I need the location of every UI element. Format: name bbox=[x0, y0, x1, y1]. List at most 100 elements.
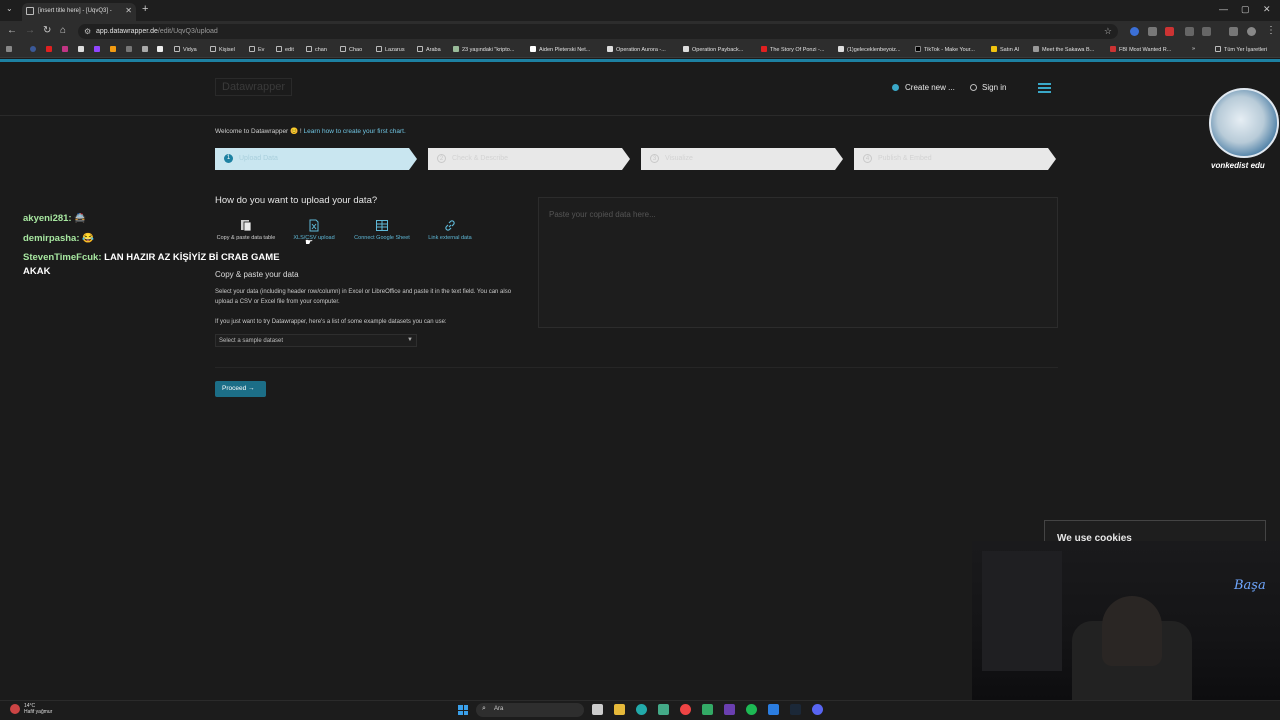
learn-link[interactable]: Learn how to create your first chart. bbox=[304, 128, 406, 135]
bookmark-folder-chao[interactable]: Chao bbox=[340, 46, 362, 53]
all-bookmarks-folder[interactable]: Tüm Yer İşaretleri bbox=[1215, 46, 1267, 53]
bookmark-item[interactable]: The Story Of Ponzi -... bbox=[761, 46, 824, 53]
chat-message: StevenTimeFcuk: LAN HAZIR AZ KİŞİYİZ Bİ … bbox=[23, 252, 280, 263]
extension-icon[interactable] bbox=[1130, 27, 1139, 36]
tab-close-icon[interactable]: ✕ bbox=[125, 6, 132, 15]
minimize-icon[interactable]: — bbox=[1219, 4, 1228, 14]
bookmark-x-icon[interactable] bbox=[78, 46, 87, 53]
bookmark-folder-edit[interactable]: edit bbox=[276, 46, 294, 53]
option-copy-paste[interactable]: Copy & paste data table bbox=[215, 219, 277, 241]
reload-icon[interactable]: ↻ bbox=[43, 25, 51, 36]
bookmark-icon[interactable] bbox=[110, 46, 119, 53]
bookmark-item[interactable]: 23 yaşındaki "kripto... bbox=[453, 46, 514, 53]
forward-icon[interactable]: → bbox=[25, 25, 35, 36]
search-icon: ⌕ bbox=[482, 705, 486, 712]
paste-data-textarea[interactable]: Paste your copied data here... bbox=[538, 197, 1058, 328]
divider bbox=[215, 367, 1058, 368]
taskbar-search[interactable]: ⌕ Ara bbox=[476, 703, 584, 717]
proceed-button[interactable]: Proceed → bbox=[215, 381, 266, 397]
close-window-icon[interactable]: ✕ bbox=[1263, 4, 1271, 15]
bookmark-icon[interactable] bbox=[157, 46, 166, 53]
step-check-describe[interactable]: 2 Check & Describe bbox=[428, 148, 630, 170]
bookmark-item[interactable]: Meet the Sakawa B... bbox=[1033, 46, 1094, 53]
bookmark-star-icon[interactable]: ☆ bbox=[1104, 26, 1112, 37]
sign-in-icon bbox=[970, 84, 977, 91]
weather-widget[interactable]: 14°C Hafif yağmur bbox=[10, 703, 52, 715]
discord-icon[interactable] bbox=[812, 704, 823, 715]
mouse-cursor-icon: ☛ bbox=[305, 237, 314, 247]
step-publish-embed[interactable]: 4 Publish & Embed bbox=[854, 148, 1056, 170]
create-new-button[interactable]: Create new ... bbox=[892, 83, 955, 92]
option-xls-csv-upload[interactable]: XLS/CSV upload bbox=[283, 219, 345, 241]
bookmark-folder-lazarus[interactable]: Lazarus bbox=[376, 46, 405, 53]
sample-dataset-select[interactable]: Select a sample dataset ▼ bbox=[215, 334, 417, 347]
bookmark-item[interactable]: (1)geleceklenbeyoiz... bbox=[838, 46, 901, 53]
bookmark-item[interactable]: Operation Aurora -... bbox=[607, 46, 666, 53]
task-view-icon[interactable] bbox=[592, 704, 603, 715]
option-link-external[interactable]: Link external data bbox=[419, 219, 481, 241]
section-title: Copy & paste your data bbox=[215, 270, 299, 279]
hamburger-menu-icon[interactable] bbox=[1038, 83, 1051, 93]
app-icon[interactable] bbox=[702, 704, 713, 715]
home-icon[interactable]: ⌂ bbox=[60, 25, 66, 36]
apps-grid-icon[interactable] bbox=[6, 46, 15, 53]
sign-in-button[interactable]: Sign in bbox=[970, 83, 1006, 92]
downloads-icon[interactable] bbox=[1229, 27, 1238, 36]
profile-icon[interactable] bbox=[1247, 27, 1256, 36]
steam-icon[interactable] bbox=[790, 704, 801, 715]
browser-tab[interactable]: [insert title here] - [UqvQ3] - ✕ bbox=[22, 3, 136, 21]
header-divider bbox=[0, 115, 1280, 116]
bookmarks-overflow-icon[interactable]: » bbox=[1192, 46, 1195, 52]
bookmark-icon[interactable] bbox=[126, 46, 135, 53]
file-excel-icon bbox=[309, 219, 319, 232]
step-visualize[interactable]: 3 Visualize bbox=[641, 148, 843, 170]
back-icon[interactable]: ← bbox=[7, 25, 17, 36]
bookmark-item[interactable]: Operation Payback... bbox=[683, 46, 743, 53]
weather-icon bbox=[10, 704, 20, 714]
bookmark-twitch-icon[interactable] bbox=[94, 46, 103, 53]
new-tab-plus-icon[interactable]: + bbox=[142, 3, 148, 15]
link-icon bbox=[445, 220, 455, 231]
premiere-icon[interactable] bbox=[724, 704, 735, 715]
chevron-down-icon: ▼ bbox=[407, 337, 413, 343]
datawrapper-logo[interactable]: Datawrapper bbox=[215, 78, 292, 96]
spotify-icon[interactable] bbox=[746, 704, 757, 715]
step-upload-data[interactable]: 1 Upload Data bbox=[215, 148, 417, 170]
bookmark-folder-araba[interactable]: Araba bbox=[417, 46, 441, 53]
url-bar[interactable]: ⚙ app.datawrapper.de/edit/UqvQ3/upload ☆ bbox=[78, 24, 1118, 39]
welcome-message: Welcome to Datawrapper 😊 ! Learn how to … bbox=[215, 128, 406, 135]
bookmark-item[interactable]: FBI Most Wanted R... bbox=[1110, 46, 1171, 53]
sample-hint: If you just want to try Datawrapper, her… bbox=[215, 319, 447, 325]
bookmark-folder-ev[interactable]: Ev bbox=[249, 46, 264, 53]
extension-icon[interactable] bbox=[1148, 27, 1157, 36]
bookmark-item[interactable]: Satın Al bbox=[991, 46, 1019, 53]
app-icon[interactable] bbox=[768, 704, 779, 715]
bookmark-youtube-icon[interactable] bbox=[46, 46, 55, 53]
chrome-icon[interactable] bbox=[680, 704, 691, 715]
bookmark-facebook-icon[interactable] bbox=[30, 46, 39, 53]
bookmark-item[interactable]: TikTok - Make Your... bbox=[915, 46, 975, 53]
extensions-puzzle-icon[interactable] bbox=[1202, 27, 1211, 36]
maximize-icon[interactable]: ▢ bbox=[1241, 4, 1250, 15]
app-icon[interactable] bbox=[636, 704, 647, 715]
bookmarks-bar: Vidya Kişisel Ev edit chan Chao Lazarus … bbox=[0, 42, 1280, 58]
bookmark-item[interactable]: Aiden Pleterski Net... bbox=[530, 46, 590, 53]
tab-title: [insert title here] - [UqvQ3] - bbox=[38, 8, 112, 14]
neon-sign: Başa bbox=[1234, 578, 1266, 593]
site-info-icon[interactable]: ⚙ bbox=[84, 27, 91, 36]
bookmark-folder-vidya[interactable]: Vidya bbox=[174, 46, 197, 53]
bookmark-folder-chan[interactable]: chan bbox=[306, 46, 327, 53]
file-explorer-icon[interactable] bbox=[614, 704, 625, 715]
browser-menu-icon[interactable]: ⋮ bbox=[1266, 25, 1276, 36]
extension-icon[interactable] bbox=[1165, 27, 1174, 36]
option-google-sheet[interactable]: Connect Google Sheet bbox=[351, 219, 413, 241]
windows-start-icon[interactable] bbox=[458, 705, 468, 715]
tab-search-chevron-icon[interactable]: ⌄ bbox=[6, 4, 13, 13]
plus-circle-icon bbox=[892, 84, 899, 91]
bookmark-mail-icon[interactable] bbox=[142, 46, 151, 53]
app-icon[interactable] bbox=[658, 704, 669, 715]
extension-icon[interactable] bbox=[1185, 27, 1194, 36]
bookmark-folder-kisisel[interactable]: Kişisel bbox=[210, 46, 235, 53]
weather-desc: Hafif yağmur bbox=[24, 709, 53, 715]
bookmark-instagram-icon[interactable] bbox=[62, 46, 71, 53]
